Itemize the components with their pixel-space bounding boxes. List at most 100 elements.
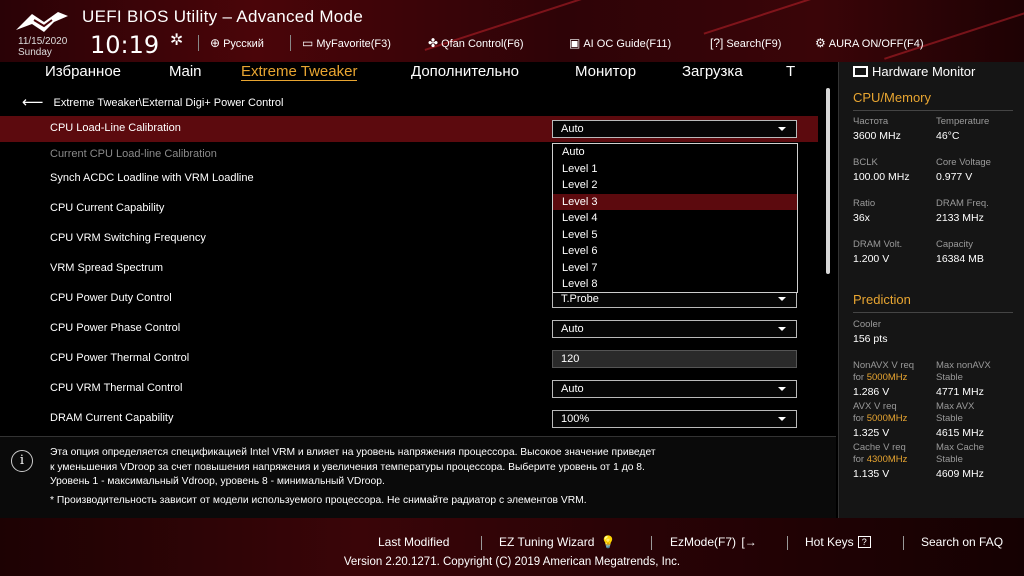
menu-option-level-8[interactable]: Level 8 — [553, 276, 797, 293]
setting-row-cpu-vrm-thermal-control[interactable]: CPU VRM Thermal Control Auto — [0, 376, 818, 402]
setting-row-dram-current-capability[interactable]: DRAM Current Capability 100% — [0, 406, 818, 432]
menu-option-level-5[interactable]: Level 5 — [553, 227, 797, 244]
fan-icon: ✤ — [428, 36, 439, 50]
hw-label-part: for — [853, 454, 867, 465]
tab-extreme-tweaker[interactable]: Extreme Tweaker — [241, 63, 358, 81]
hw-label: Ratio — [853, 198, 876, 209]
tab-advanced[interactable]: Дополнительно — [411, 63, 519, 80]
hw-label: NonAVX V req for 5000MHz — [853, 360, 914, 384]
hw-value: 36x — [853, 212, 870, 224]
hw-label-freq: 5000MHz — [866, 413, 908, 424]
hw-value: 0.977 V — [936, 171, 973, 183]
hw-label-line: Max Cache — [936, 442, 985, 453]
hw-label: Cooler — [853, 319, 881, 330]
hw-value: 4771 MHz — [936, 386, 984, 398]
qfan-control-button[interactable]: ✤ Qfan Control(F6) — [428, 36, 524, 50]
hw-label-line: Stable — [936, 372, 963, 383]
separator — [198, 35, 199, 51]
search-on-faq-button[interactable]: Search on FAQ — [921, 535, 1003, 549]
hw-label: Max AVX Stable — [936, 401, 974, 425]
hw-label: Частота — [853, 116, 889, 127]
ezmode-label: EzMode(F7) — [670, 535, 737, 549]
hw-value: 100.00 MHz — [853, 171, 910, 183]
help-line: к уменьшения VDroop за счет повышения на… — [50, 461, 645, 473]
hot-keys-button[interactable]: Hot Keys? — [805, 535, 871, 549]
language-label: Русский — [223, 38, 264, 50]
hot-keys-label: Hot Keys — [805, 535, 854, 549]
setting-label: Current CPU Load-line Calibration — [50, 148, 217, 160]
hw-label: AVX V req for 5000MHz — [853, 401, 907, 425]
setting-row-cpu-power-thermal-control[interactable]: CPU Power Thermal Control 120 — [0, 346, 818, 372]
chip-icon: ▣ — [569, 36, 581, 50]
hw-value: 2133 MHz — [936, 212, 984, 224]
hw-label-line: Max nonAVX — [936, 360, 991, 371]
header-bar: UEFI BIOS Utility – Advanced Mode 11/15/… — [0, 0, 1024, 62]
separator — [787, 536, 788, 550]
setting-row-cpu-llc[interactable]: CPU Load-Line Calibration Auto — [0, 116, 818, 142]
gear-icon[interactable]: ✲ — [170, 30, 183, 50]
hw-label: Temperature — [936, 116, 990, 127]
hw-label-freq: 5000MHz — [866, 372, 908, 383]
date-display: 11/15/2020 Sunday — [18, 36, 67, 58]
search-icon: [?] — [710, 36, 724, 50]
cpu-llc-dropdown[interactable]: Auto — [552, 120, 797, 138]
hw-label-line: Stable — [936, 413, 963, 424]
hw-label: DRAM Volt. — [853, 239, 903, 250]
last-modified-button[interactable]: Last Modified — [378, 535, 449, 549]
separator — [651, 536, 652, 550]
tab-monitor[interactable]: Монитор — [575, 63, 636, 80]
aura-icon: ⚙ — [815, 36, 826, 50]
hw-value: 156 pts — [853, 333, 888, 345]
ezmode-button[interactable]: EzMode(F7) [→ — [670, 535, 757, 549]
dropdown-value: Auto — [561, 383, 584, 395]
chevron-down-icon — [778, 297, 786, 301]
dram-current-capability-dropdown[interactable]: 100% — [552, 410, 797, 428]
search-button[interactable]: [?] Search(F9) — [710, 36, 781, 50]
menu-option-auto[interactable]: Auto — [553, 144, 797, 161]
prediction-section-title: Prediction — [853, 292, 911, 307]
hw-value: 46°C — [936, 130, 960, 142]
monitor-icon — [853, 66, 868, 77]
tab-favorites[interactable]: Избранное — [45, 63, 121, 80]
tab-main[interactable]: Main — [169, 63, 202, 80]
tab-boot[interactable]: Загрузка — [682, 63, 743, 80]
hw-value: 1.135 V — [853, 468, 890, 480]
date-value: 11/15/2020 — [18, 36, 68, 47]
aura-toggle-button[interactable]: ⚙ AURA ON/OFF(F4) — [815, 36, 924, 50]
chevron-down-icon — [778, 387, 786, 391]
setting-row-cpu-power-phase-control[interactable]: CPU Power Phase Control Auto — [0, 316, 818, 342]
menu-option-level-1[interactable]: Level 1 — [553, 161, 797, 178]
ez-tuning-label: EZ Tuning Wizard — [499, 535, 595, 549]
tab-tool[interactable]: T — [786, 63, 795, 80]
separator — [903, 536, 904, 550]
hw-value: 4609 MHz — [936, 468, 984, 480]
hw-label: Max Cache Stable — [936, 442, 984, 466]
hardware-monitor-title: Hardware Monitor — [853, 64, 975, 79]
day-value: Sunday — [18, 47, 52, 58]
cpu-power-phase-dropdown[interactable]: Auto — [552, 320, 797, 338]
dropdown-value: T.Probe — [561, 293, 599, 305]
hw-label-line: Cache V req — [853, 442, 906, 453]
menu-option-level-4[interactable]: Level 4 — [553, 210, 797, 227]
menu-option-level-7[interactable]: Level 7 — [553, 260, 797, 277]
cpu-power-thermal-input[interactable]: 120 — [552, 350, 797, 368]
hw-label: Capacity — [936, 239, 973, 250]
menu-option-level-2[interactable]: Level 2 — [553, 177, 797, 194]
help-line: Эта опция определяется спецификацией Int… — [50, 447, 656, 458]
myfavorite-button[interactable]: ▭ MyFavorite(F3) — [302, 36, 391, 50]
settings-scrollbar[interactable] — [826, 88, 830, 274]
ez-tuning-wizard-button[interactable]: EZ Tuning Wizard 💡 — [499, 535, 616, 549]
hw-label-line: Max AVX — [936, 401, 975, 412]
ai-oc-guide-button[interactable]: ▣ AI OC Guide(F11) — [569, 36, 671, 50]
cpu-memory-section-title: CPU/Memory — [853, 90, 932, 105]
menu-option-level-3[interactable]: Level 3 — [553, 193, 797, 210]
hw-label-line: for 4300MHz — [853, 454, 907, 466]
help-text: Эта опция определяется спецификацией Int… — [50, 446, 830, 508]
separator — [481, 536, 482, 550]
menu-option-level-6[interactable]: Level 6 — [553, 243, 797, 260]
cpu-vrm-thermal-dropdown[interactable]: Auto — [552, 380, 797, 398]
chevron-down-icon — [778, 417, 786, 421]
question-key-icon: ? — [857, 536, 871, 548]
hw-value: 1.286 V — [853, 386, 890, 398]
language-button[interactable]: ⊕ Русский — [210, 36, 264, 50]
